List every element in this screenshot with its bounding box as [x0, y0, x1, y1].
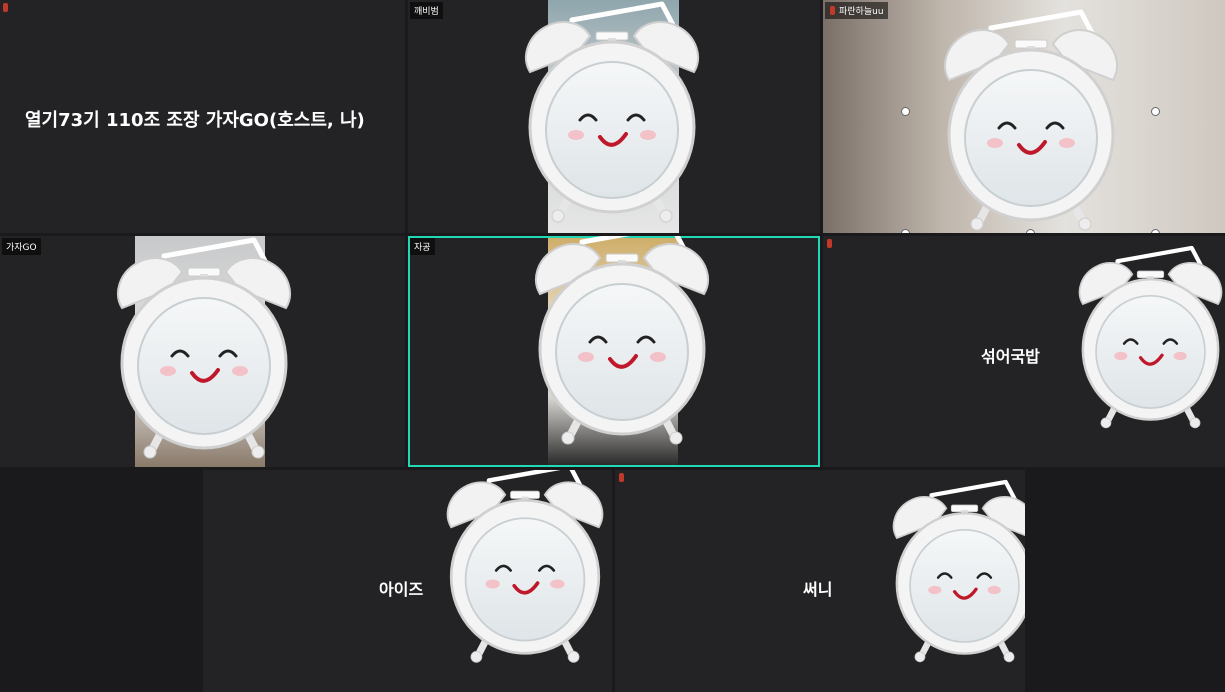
participant-tile-active-speaker[interactable]: 자공 — [408, 236, 820, 467]
participant-name: 섞어국밥 — [981, 347, 1040, 366]
resize-handle[interactable] — [1151, 229, 1160, 233]
resize-handle[interactable] — [901, 107, 910, 116]
name-tag: 자공 — [410, 238, 435, 255]
participant-tile-4[interactable]: 가자GO — [0, 236, 405, 467]
participant-name: 열기73기 110조 조장 가자GO(호스트, 나) — [25, 110, 365, 131]
alarm-clock-avatar — [522, 236, 722, 449]
resize-handle[interactable] — [1026, 229, 1035, 233]
participant-name: 파란하늘uu — [839, 7, 884, 17]
participant-tile-8[interactable]: 써니 — [615, 470, 1025, 692]
participant-name: 자공 — [414, 243, 431, 253]
alarm-clock-avatar — [104, 236, 304, 463]
participant-tile-6[interactable]: 섞어국밥 — [823, 236, 1225, 467]
name-tag: 깨비범 — [410, 2, 443, 19]
alarm-clock-avatar — [882, 472, 1025, 666]
alarm-clock-avatar — [512, 0, 712, 227]
participant-name: 아이즈 — [379, 580, 424, 599]
participant-tile-2[interactable]: 깨비범 — [408, 0, 820, 233]
resize-handle[interactable] — [901, 229, 910, 233]
participant-name: 가자GO — [6, 243, 37, 253]
alarm-clock-avatar — [1068, 238, 1225, 432]
name-tag: 파란하늘uu — [825, 2, 888, 19]
participant-name: 깨비범 — [414, 7, 439, 17]
mic-muted-icon — [3, 3, 8, 12]
participant-tile-3[interactable]: 파란하늘uu — [823, 0, 1225, 233]
alarm-clock-avatar — [931, 0, 1131, 233]
participant-tile-host[interactable]: 열기73기 110조 조장 가자GO(호스트, 나) — [0, 0, 405, 233]
name-tag: 가자GO — [2, 238, 41, 255]
mic-muted-icon — [827, 239, 832, 248]
alarm-clock-avatar — [435, 470, 612, 667]
participant-name: 써니 — [803, 580, 833, 599]
mic-muted-icon — [619, 473, 624, 482]
resize-handle[interactable] — [1151, 107, 1160, 116]
participant-tile-7[interactable]: 아이즈 — [203, 470, 612, 692]
mic-muted-icon — [830, 6, 835, 15]
